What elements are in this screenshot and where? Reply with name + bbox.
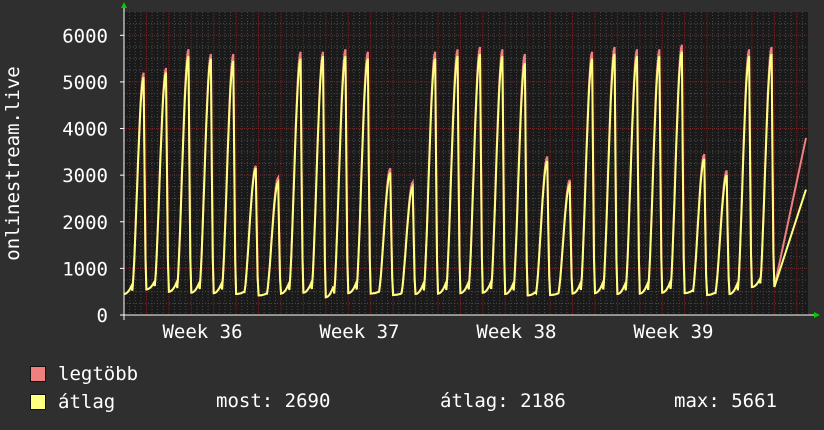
x-axis-arrow — [814, 312, 820, 318]
y-tick-label: 5000 — [62, 72, 108, 94]
x-tick-label: Week 39 — [633, 321, 713, 343]
stat-now: most: 2690 — [216, 390, 331, 412]
y-axis-label: onlinestream.live — [2, 66, 24, 260]
legend-item-max: legtöbb — [30, 362, 138, 386]
y-tick-label: 2000 — [62, 212, 108, 234]
legend-label-avg: átlag — [58, 391, 116, 413]
y-tick-label: 6000 — [62, 25, 108, 47]
chart: 0 1000 2000 3000 4000 5000 6000 Week 36 Week 37 W… — [2, 2, 820, 343]
x-tick-label: Week 38 — [476, 321, 556, 343]
legend-swatch-avg — [30, 394, 46, 410]
y-tick-label: 4000 — [62, 119, 108, 141]
legend-swatch-max — [30, 366, 46, 382]
x-tick-label: Week 37 — [319, 321, 399, 343]
stat-max: max: 5661 — [674, 390, 777, 412]
x-tick-label: Week 36 — [162, 321, 242, 343]
y-tick-label: 1000 — [62, 258, 108, 280]
legend-item-avg: átlag — [30, 390, 115, 414]
stat-average: átlag: 2186 — [440, 390, 566, 412]
y-axis-arrow — [121, 2, 127, 8]
legend-label-max: legtöbb — [58, 363, 139, 385]
y-tick-label: 0 — [97, 305, 108, 327]
y-tick-label: 3000 — [62, 165, 108, 187]
